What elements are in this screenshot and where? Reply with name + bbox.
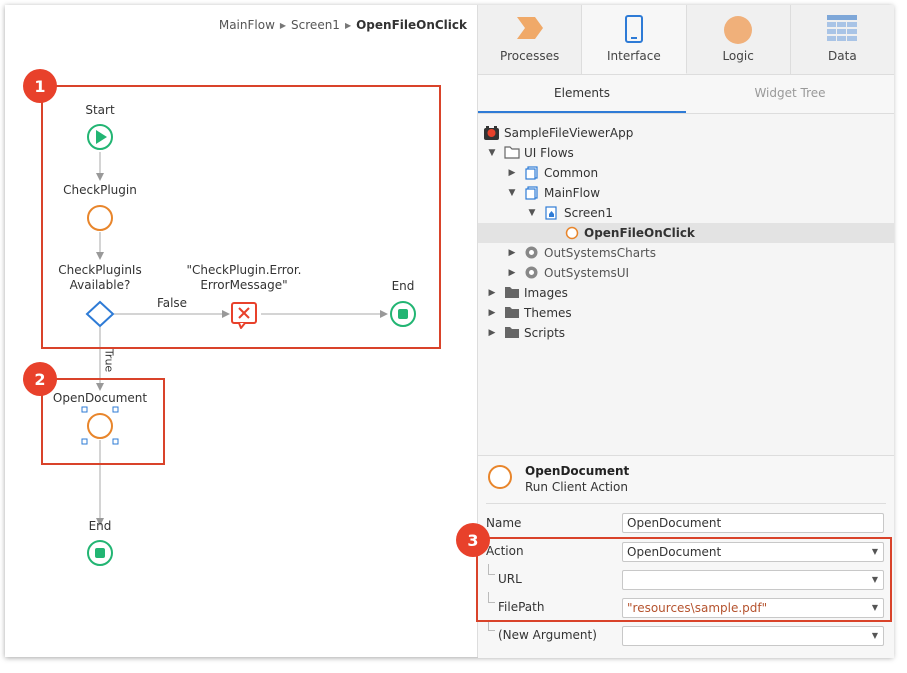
flow-icon <box>525 166 538 180</box>
app-icon <box>484 126 499 140</box>
folder-icon <box>504 146 520 159</box>
tree-item-outsystemsui[interactable]: ▶ OutSystemsUI <box>478 263 894 283</box>
tree-item-scripts[interactable]: ▶ Scripts <box>478 323 894 343</box>
collapsed-arrow-icon: ▶ <box>508 268 516 278</box>
tree-item-label: MainFlow <box>544 186 601 200</box>
expanded-arrow-icon: ▼ <box>488 148 496 158</box>
processes-icon <box>516 17 543 39</box>
tree-item-label: Screen1 <box>564 206 613 220</box>
tree-item-mainflow[interactable]: ▼ MainFlow <box>478 183 894 203</box>
tree-item-label: Images <box>524 286 568 300</box>
tab-logic[interactable]: Logic <box>687 5 791 74</box>
tree-item-ui-flows[interactable]: ▼ UI Flows <box>478 143 894 163</box>
collapsed-arrow-icon: ▶ <box>508 248 516 258</box>
property-label-new-argument: (New Argument) <box>498 628 597 642</box>
screen-icon <box>545 206 557 220</box>
tree-item-common[interactable]: ▶ Common <box>478 163 894 183</box>
right-panel: Processes Interface Logic Data Elements … <box>456 5 894 658</box>
tree-item-screen1[interactable]: ▼ Screen1 <box>478 203 894 223</box>
annotation-badge-1: 1 <box>23 69 57 103</box>
tab-interface[interactable]: Interface <box>582 5 687 74</box>
collapsed-arrow-icon: ▶ <box>488 308 496 318</box>
expanded-arrow-icon: ▼ <box>528 208 536 218</box>
new-argument-select[interactable]: ▼ <box>622 626 884 646</box>
collapsed-arrow-icon: ▶ <box>488 288 496 298</box>
logic-circle-icon <box>724 16 753 44</box>
main-tabs: Processes Interface Logic Data <box>478 5 894 75</box>
collapsed-arrow-icon: ▶ <box>488 328 496 338</box>
tab-processes-label: Processes <box>500 49 560 63</box>
name-field[interactable]: OpenDocument <box>622 513 884 533</box>
mobile-phone-icon <box>624 15 643 43</box>
tree-item-images[interactable]: ▶ Images <box>478 283 894 303</box>
flow-icon <box>525 186 538 200</box>
tree-item-themes[interactable]: ▶ Themes <box>478 303 894 323</box>
properties-element-type: Run Client Action <box>525 480 628 494</box>
tree-item-label: UI Flows <box>524 146 574 160</box>
true-label: True <box>102 348 116 373</box>
tree-item-label: SampleFileViewerApp <box>504 126 634 140</box>
end-node-2[interactable] <box>87 540 113 566</box>
name-field-value: OpenDocument <box>627 516 722 530</box>
module-icon <box>525 246 538 259</box>
data-grid-icon <box>827 15 858 41</box>
folder-icon <box>505 307 519 318</box>
tree-item-label: OutSystemsUI <box>544 266 630 280</box>
tree-item-outsystemscharts[interactable]: ▶ OutSystemsCharts <box>478 243 894 263</box>
annotation-box-3 <box>476 537 892 622</box>
tree-item-label: Common <box>544 166 599 180</box>
client-action-icon <box>565 226 579 240</box>
tree-item-label: Themes <box>524 306 572 320</box>
app-window: MainFlow ▶ Screen1 ▶ OpenFileOnClick Sta… <box>5 5 894 658</box>
properties-panel: OpenDocument Run Client Action Name Open… <box>456 455 894 658</box>
annotation-badge-3: 3 <box>456 523 490 557</box>
annotation-badge-2: 2 <box>23 362 57 396</box>
folder-icon <box>505 327 519 338</box>
tab-data[interactable]: Data <box>791 5 894 74</box>
collapsed-arrow-icon: ▶ <box>508 168 516 178</box>
tab-interface-label: Interface <box>607 49 661 63</box>
subtab-elements[interactable]: Elements <box>478 75 686 113</box>
tab-processes[interactable]: Processes <box>478 5 583 74</box>
subtab-widget-tree[interactable]: Widget Tree <box>686 75 894 113</box>
sub-tabs: Elements Widget Tree <box>478 75 894 114</box>
property-label-name: Name <box>486 516 522 530</box>
expanded-arrow-icon: ▼ <box>508 188 516 198</box>
properties-divider <box>486 503 886 504</box>
end-label-2: End <box>88 519 112 533</box>
module-icon <box>525 266 538 279</box>
tree-item-app[interactable]: SampleFileViewerApp <box>478 123 894 143</box>
tree-item-label: OpenFileOnClick <box>584 226 695 240</box>
properties-element-name: OpenDocument <box>525 464 630 478</box>
run-client-action-icon <box>488 465 512 489</box>
tab-data-label: Data <box>828 49 857 63</box>
flow-canvas[interactable]: MainFlow ▶ Screen1 ▶ OpenFileOnClick Sta… <box>5 5 477 657</box>
annotation-box-1 <box>41 85 441 349</box>
folder-icon <box>505 287 519 298</box>
tree-item-openfileonclick[interactable]: OpenFileOnClick <box>478 223 894 243</box>
tree-item-label: Scripts <box>524 326 566 340</box>
tab-logic-label: Logic <box>722 49 754 63</box>
tree-item-label: OutSystemsCharts <box>544 246 656 260</box>
annotation-box-2 <box>41 378 165 465</box>
dropdown-arrow-icon: ▼ <box>871 631 878 640</box>
